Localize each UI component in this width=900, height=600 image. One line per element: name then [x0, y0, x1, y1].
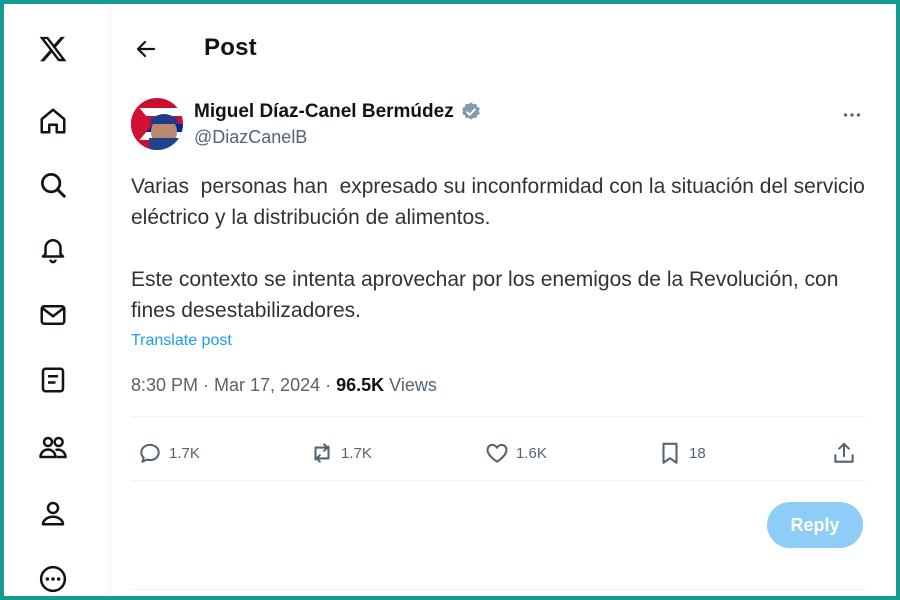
profile-icon[interactable]: [34, 494, 72, 532]
heart-icon: [486, 443, 508, 463]
verified-badge-icon: [461, 102, 480, 120]
views-label: Views: [384, 375, 437, 395]
author-name-text: Miguel Díaz-Canel Bermúdez: [194, 101, 454, 122]
reply-count: 1.7K: [169, 444, 200, 462]
post-paragraph-2: Este contexto se intenta aprovechar por …: [131, 268, 845, 322]
bookmark-action[interactable]: 18: [657, 435, 706, 471]
mail-icon[interactable]: [34, 296, 72, 334]
top-bar: Post: [111, 4, 896, 92]
author-name[interactable]: Miguel Díaz-Canel Bermúdez: [194, 101, 482, 123]
lists-icon[interactable]: [34, 361, 72, 399]
divider-bottom: [131, 480, 866, 481]
share-icon: [834, 442, 854, 463]
more-options-icon[interactable]: [837, 100, 867, 130]
back-arrow-icon[interactable]: [129, 32, 163, 66]
bell-icon[interactable]: [34, 230, 72, 268]
avatar[interactable]: [131, 98, 183, 150]
divider-top: [131, 416, 866, 417]
post-paragraph-1: Varias personas han expresado su inconfo…: [131, 175, 871, 229]
more-circle-icon[interactable]: [34, 560, 72, 598]
like-count: 1.6K: [516, 444, 547, 462]
like-action[interactable]: 1.6K: [484, 435, 547, 471]
post-detail-view: Post Miguel Díaz-Canel Bermúdez @DiazCan…: [111, 4, 896, 596]
repost-count: 1.7K: [341, 444, 372, 462]
post-timestamp[interactable]: 8:30 PM · Mar 17, 2024 ·: [131, 375, 336, 395]
reply-icon: [140, 443, 160, 463]
sidebar-nav: [4, 4, 111, 596]
page-title: Post: [204, 34, 257, 61]
bookmark-count: 18: [689, 444, 706, 462]
repost-icon: [314, 443, 330, 463]
views-count[interactable]: 96.5K: [336, 375, 384, 395]
bookmark-icon: [662, 442, 678, 464]
home-icon[interactable]: [34, 102, 72, 140]
reply-action[interactable]: 1.7K: [137, 435, 200, 471]
communities-icon[interactable]: [34, 428, 72, 466]
author-handle[interactable]: @DiazCanelB: [194, 127, 307, 148]
share-action[interactable]: [831, 435, 863, 471]
search-icon[interactable]: [34, 166, 72, 204]
post-metadata: 8:30 PM · Mar 17, 2024 · 96.5K Views: [131, 375, 437, 396]
divider-footer: [131, 589, 866, 590]
translate-post-link[interactable]: Translate post: [131, 332, 232, 350]
reply-button[interactable]: Reply: [767, 502, 863, 548]
x-logo-icon[interactable]: [34, 30, 72, 68]
post-text: Varias personas han expresado su inconfo…: [131, 171, 871, 326]
repost-action[interactable]: 1.7K: [309, 435, 372, 471]
